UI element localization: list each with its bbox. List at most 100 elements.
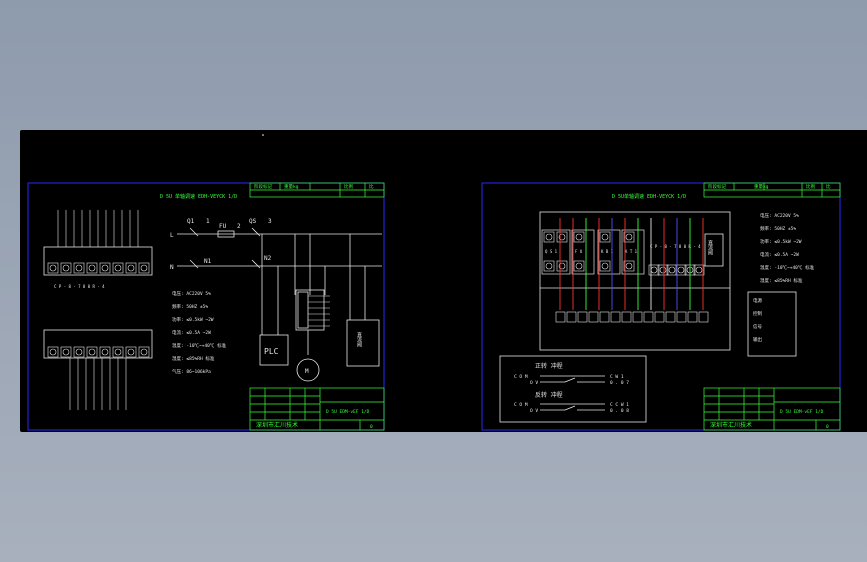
legend-com1: C O M [514, 374, 528, 380]
side-box-label: 控制 [753, 310, 762, 317]
legend-a2: 0 . 0 8 [610, 408, 629, 414]
relay-screw-bottom [623, 260, 635, 272]
left-terminal-bottom-screw [114, 348, 122, 356]
right-top-tb-1: 阶段标记 [708, 183, 726, 190]
strip-terminal [687, 311, 698, 323]
left-terminal-top [112, 262, 124, 274]
strip-terminal [676, 311, 687, 323]
relay-screw-bottom-screw [575, 262, 583, 270]
spec-line: 温度: -10℃~+40℃ 标准 [172, 342, 227, 349]
relay-screw-bottom [543, 260, 555, 272]
sheet-left[interactable]: 阶段标记 重量kg 比例 比 D 5U 单轴调速 EDH-VEYCK 1/D C… [27, 182, 385, 431]
legend-ccw: C C W 1 [610, 402, 629, 408]
spec-line: 气压: 86~106kPa [172, 368, 211, 375]
legend-cw: C W 1 [610, 374, 624, 380]
label-num2: 2 [237, 223, 241, 230]
module-terminal [675, 264, 687, 276]
cursor-dot [262, 134, 264, 136]
left-spec-list: 电压: AC220V 5% 频率: 50HZ ±5% 功率: ≤0.5kW ~2W 电… [172, 290, 227, 375]
left-terminal-bottom [125, 346, 137, 358]
left-terminal-bottom [138, 346, 150, 358]
side-box-label: 信号 [753, 323, 762, 330]
spec-line: 电压: AC220V 5% [760, 212, 799, 219]
right-top-tb-2: 重量kg [754, 183, 769, 190]
right-top-tb-4: 比 [826, 183, 831, 190]
spec-line: 功率: ≤0.5kW ~2W [172, 316, 214, 323]
left-terminal-bottom [86, 346, 98, 358]
label-qs: QS [249, 218, 257, 225]
right-tb-caption: D 5U EDM-vEF 1/D [780, 409, 824, 415]
spec-line: 频率: 50HZ ±5% [172, 303, 208, 310]
motor-label: M [305, 368, 309, 375]
sheet-right[interactable]: 阶段标记 重量kg 比例 比 D 5U单轴调速 EDH-VEYCK 1/D Q … [481, 182, 841, 431]
left-terminal-top-screw [62, 264, 70, 272]
left-top-tb-4: 比 [369, 183, 374, 190]
label-n: N [170, 264, 174, 271]
left-terminal-top-screw [49, 264, 57, 272]
cad-viewport[interactable]: 阶段标记 重量kg 比例 比 D 5U 单轴调速 EDH-VEYCK 1/D C… [20, 130, 867, 432]
label-num1: 1 [206, 218, 210, 225]
strip-terminal [599, 311, 610, 323]
label-fu: FU [219, 223, 227, 230]
module-terminal-screw [659, 266, 667, 274]
side-box-labels: 电源控制信号输出 [753, 297, 762, 343]
legend-reverse: 反转 冲程 [535, 391, 563, 399]
right-top-tb-3: 比例 [806, 183, 815, 190]
strip-terminal [577, 311, 588, 323]
right-spec-list: 电压: AC220V 5% 频率: 50HZ ±5% 功率: ≤0.5kW ~2W 电… [760, 212, 815, 284]
left-top-tb-1: 阶段标记 [254, 183, 272, 190]
strip-terminal [665, 311, 676, 323]
left-terminal-top [86, 262, 98, 274]
relay-screw-top-screw [625, 233, 633, 241]
left-terminal-top-screw [101, 264, 109, 272]
left-valve-box [346, 319, 380, 367]
right-module-label: C P - 8 - 7 8 0 R - 4 [650, 244, 701, 249]
module-terminal-screw [650, 266, 658, 274]
spec-line: 频率: 50HZ ±5% [760, 225, 796, 232]
relay-screw-bottom [556, 260, 568, 272]
label-n1: N1 [204, 258, 212, 265]
module-terminal-screw [668, 266, 676, 274]
legend-com2: C O M [514, 402, 528, 408]
cabinet-panel [539, 211, 731, 351]
left-terminal-top [125, 262, 137, 274]
left-terminal-bottom-screw [49, 348, 57, 356]
left-terminal-bottom-screw [101, 348, 109, 356]
relay-label: K T 1 [625, 249, 638, 254]
left-terminal-bottom-screw [75, 348, 83, 356]
right-tb-company: 深圳市汇川技术 [710, 421, 752, 429]
left-terminal-top [99, 262, 111, 274]
left-sheet-title: D 5U 单轴调速 EDH-VEYCK 1/D [160, 193, 237, 200]
drive-unit: M [295, 289, 330, 382]
right-sheet-title: D 5U单轴调速 EDH-VEYCK 1/D [612, 193, 686, 200]
relay-group: Q S 1F UK B 1K T 1 [541, 229, 705, 276]
left-tb-company: 深圳市汇川技术 [256, 421, 298, 429]
relay-screw-top [573, 231, 585, 243]
legend-ov2: O V [530, 408, 538, 414]
left-terminal-bottom-screw [140, 348, 148, 356]
left-terminal-top-screw [114, 264, 122, 272]
left-terminal-top [47, 262, 59, 274]
left-module-label: C P - 8 - 7 8 0 R - 4 [54, 284, 105, 289]
strip-terminal [588, 311, 599, 323]
left-valve-label: 直流阀 [356, 331, 362, 348]
switch-legend: 正转 冲程 C O M O V C W 1 0 . 0 7 反转 冲程 C O … [499, 355, 647, 423]
legend-ov1: O V [530, 380, 538, 386]
relay-screw-top [556, 231, 568, 243]
relay-screw-top [623, 231, 635, 243]
relay-screw-top-screw [575, 233, 583, 241]
relay-label: Q S 1 [545, 249, 558, 254]
relay-screw-bottom [599, 260, 611, 272]
module-terminal-screw [695, 266, 703, 274]
relay-screw-top [599, 231, 611, 243]
relay-screw-top-screw [545, 233, 553, 241]
label-n2: N2 [264, 255, 272, 262]
label-q1: Q1 [187, 218, 195, 225]
module-terminal [657, 264, 669, 276]
relay-screw-bottom [573, 260, 585, 272]
module-terminal [666, 264, 678, 276]
strip-terminal [610, 311, 621, 323]
legend-a1: 0 . 0 7 [610, 380, 629, 386]
spec-line: 功率: ≤0.5kW ~2W [760, 238, 802, 245]
strip-terminal [555, 311, 566, 323]
